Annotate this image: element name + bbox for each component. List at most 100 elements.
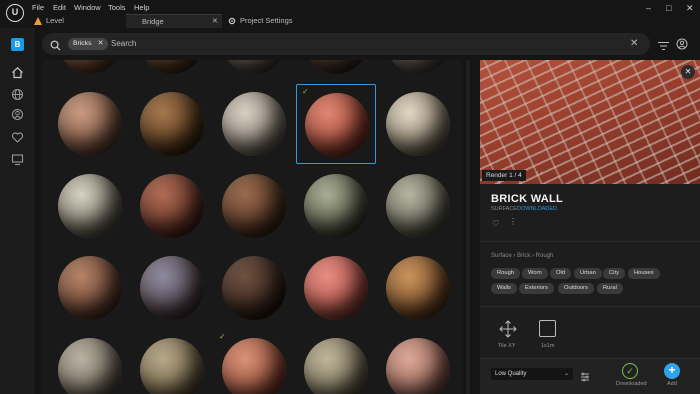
filter-chip-bricks[interactable]: Bricks ✕ [68,38,108,50]
asset-grid: ✓ ✓ [42,60,462,394]
asset-tile[interactable] [132,248,212,328]
tab-project-settings-label: Project Settings [240,16,293,25]
material-sphere-thumbnail [58,338,122,394]
asset-tile[interactable] [50,60,130,82]
divider [480,306,700,307]
favorite-heart-icon[interactable]: ♡ [492,219,499,228]
tag-city[interactable]: City [603,268,625,279]
downloaded-check-icon[interactable]: ✓ [622,363,638,379]
chip-close-icon[interactable]: ✕ [98,38,104,50]
search-input[interactable] [111,36,591,50]
tag-worn[interactable]: Worn [522,268,548,279]
asset-tile[interactable] [378,166,458,246]
asset-tile[interactable] [50,248,130,328]
monitor-icon[interactable] [11,153,24,166]
clear-search-icon[interactable]: ✕ [630,38,638,49]
tag-old[interactable]: Old [550,268,572,279]
account-icon[interactable] [676,37,688,50]
tag-walls[interactable]: Walls [491,283,517,294]
asset-tile[interactable] [378,330,458,394]
render-nav-arrows[interactable]: ‹ › [536,170,543,177]
breadcrumb[interactable]: Surface › Brick › Rough [491,253,553,259]
material-sphere-thumbnail [386,256,450,320]
asset-tile[interactable] [378,60,458,82]
add-label: Add [667,381,677,387]
tag-urban[interactable]: Urban [574,268,602,279]
search-icon [50,38,61,51]
asset-tile[interactable] [296,330,376,394]
asset-tile[interactable] [296,248,376,328]
asset-tile[interactable] [50,84,130,164]
material-sphere-thumbnail [386,92,450,156]
downloaded-check-icon: ✓ [219,332,226,341]
tag-rough[interactable]: Rough [491,268,521,279]
menu-edit[interactable]: Edit [53,3,66,12]
asset-tile[interactable] [214,84,294,164]
material-sphere-thumbnail [222,174,286,238]
asset-tile[interactable] [378,84,458,164]
more-options-icon[interactable]: ⋮ [509,217,517,226]
asset-tile[interactable] [132,330,212,394]
maximize-button[interactable]: □ [666,3,671,13]
material-sphere-thumbnail [140,256,204,320]
asset-tile[interactable]: ✓ [296,84,376,164]
asset-tile[interactable] [214,166,294,246]
material-sphere-thumbnail [386,338,450,394]
menu-window[interactable]: Window [74,3,101,12]
tile-xy-icon[interactable] [499,320,517,338]
download-settings-icon[interactable] [580,369,590,382]
menu-help[interactable]: Help [134,3,149,12]
asset-tile[interactable] [132,166,212,246]
add-button[interactable]: + [664,363,680,379]
heart-icon[interactable] [11,131,24,144]
material-sphere-thumbnail [386,60,450,74]
unreal-logo-icon[interactable]: U [6,4,24,22]
asset-preview-image[interactable] [480,60,700,184]
tag-exteriors[interactable]: Exteriors [519,283,554,294]
asset-tile[interactable] [132,60,212,82]
close-preview-button[interactable]: ✕ [681,65,695,79]
quality-select[interactable]: Low Quality ⌄ [491,368,573,380]
filter-chip-label: Bricks [73,40,92,47]
size-square-icon[interactable] [539,320,556,337]
download-status-badge: DOWNLOADED [517,206,558,212]
home-icon[interactable] [11,66,24,79]
tag-outdoors[interactable]: Outdoors [558,283,594,294]
minimize-button[interactable]: – [646,3,651,13]
asset-tile[interactable] [132,84,212,164]
grid-scrollbar[interactable] [466,60,470,394]
asset-tile[interactable] [50,330,130,394]
asset-title: BRICK WALL [491,193,564,205]
globe-icon[interactable] [11,88,24,101]
filter-icon[interactable] [658,38,669,50]
size-label: 1x1m [541,343,555,349]
material-sphere-thumbnail [58,60,122,74]
asset-tile[interactable]: ✓ [214,330,294,394]
menu-file[interactable]: File [32,3,44,12]
asset-tile[interactable] [50,166,130,246]
tab-bridge-label: Bridge [142,17,164,26]
asset-tile[interactable] [296,60,376,82]
close-window-button[interactable]: ✕ [686,3,694,14]
divider [480,241,700,242]
downloaded-label: Downloaded [616,381,647,387]
material-sphere-thumbnail [58,92,122,156]
asset-type: SURFACE [491,206,517,212]
menu-tools[interactable]: Tools [108,3,126,12]
asset-tile[interactable] [214,248,294,328]
user-icon[interactable] [11,108,24,121]
level-icon [34,17,42,25]
bridge-logo-icon[interactable]: B [11,38,24,51]
tag-rural[interactable]: Rural [597,283,623,294]
tab-project-settings[interactable]: Project Settings [224,14,334,28]
material-sphere-thumbnail [304,338,368,394]
asset-tile[interactable] [296,166,376,246]
quality-select-value: Low Quality [495,371,527,377]
asset-tile[interactable] [214,60,294,82]
asset-tile[interactable] [378,248,458,328]
tag-houses[interactable]: Houses [628,268,660,279]
left-nav [0,28,34,394]
tab-close-icon[interactable]: ✕ [212,15,218,29]
tab-level[interactable]: Level [28,14,126,28]
tab-bridge[interactable]: Bridge ✕ [126,14,222,28]
